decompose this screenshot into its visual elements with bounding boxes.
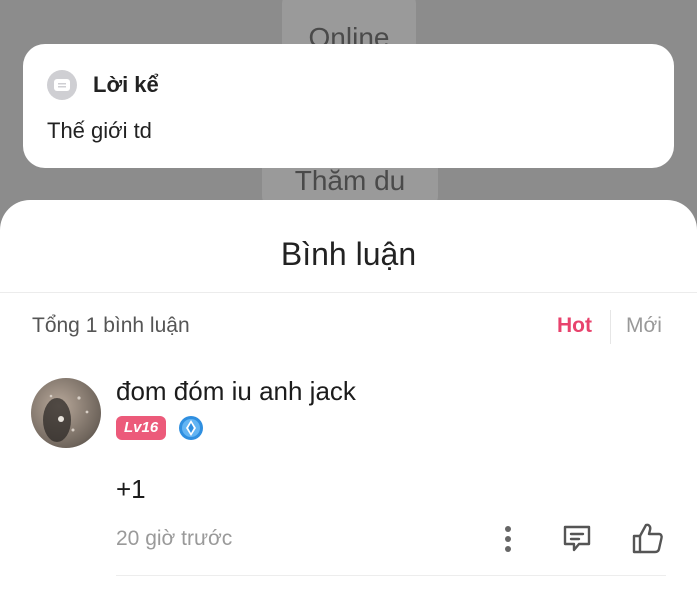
comment-count: Tổng 1 bình luận: [32, 314, 190, 337]
message-icon: [47, 70, 77, 100]
comment-time: 20 giờ trước: [116, 527, 233, 550]
comments-sheet: Bình luận Tổng 1 bình luận Hot Mới đom đ…: [0, 200, 697, 600]
sort-separator: [610, 310, 611, 344]
sort-hot-tab[interactable]: Hot: [557, 314, 592, 338]
story-text: Thế giới td: [47, 118, 152, 143]
more-icon[interactable]: [494, 522, 522, 556]
level-badge: Lv16: [116, 416, 167, 440]
comment-divider: [116, 575, 666, 576]
diamond-medal-icon: [178, 415, 204, 441]
divider: [0, 292, 697, 293]
comment-username[interactable]: đom đóm iu anh jack: [116, 376, 356, 407]
reply-icon[interactable]: [560, 521, 594, 555]
avatar[interactable]: [31, 378, 101, 448]
like-icon[interactable]: [628, 519, 666, 557]
sort-new-tab[interactable]: Mới: [626, 314, 662, 338]
comment-text: +1: [116, 474, 146, 504]
story-header: Lời kể: [47, 70, 159, 100]
story-card: Lời kể Thế giới td: [23, 44, 674, 168]
story-title: Lời kể: [93, 72, 159, 97]
sheet-title: Bình luận: [280, 236, 417, 272]
